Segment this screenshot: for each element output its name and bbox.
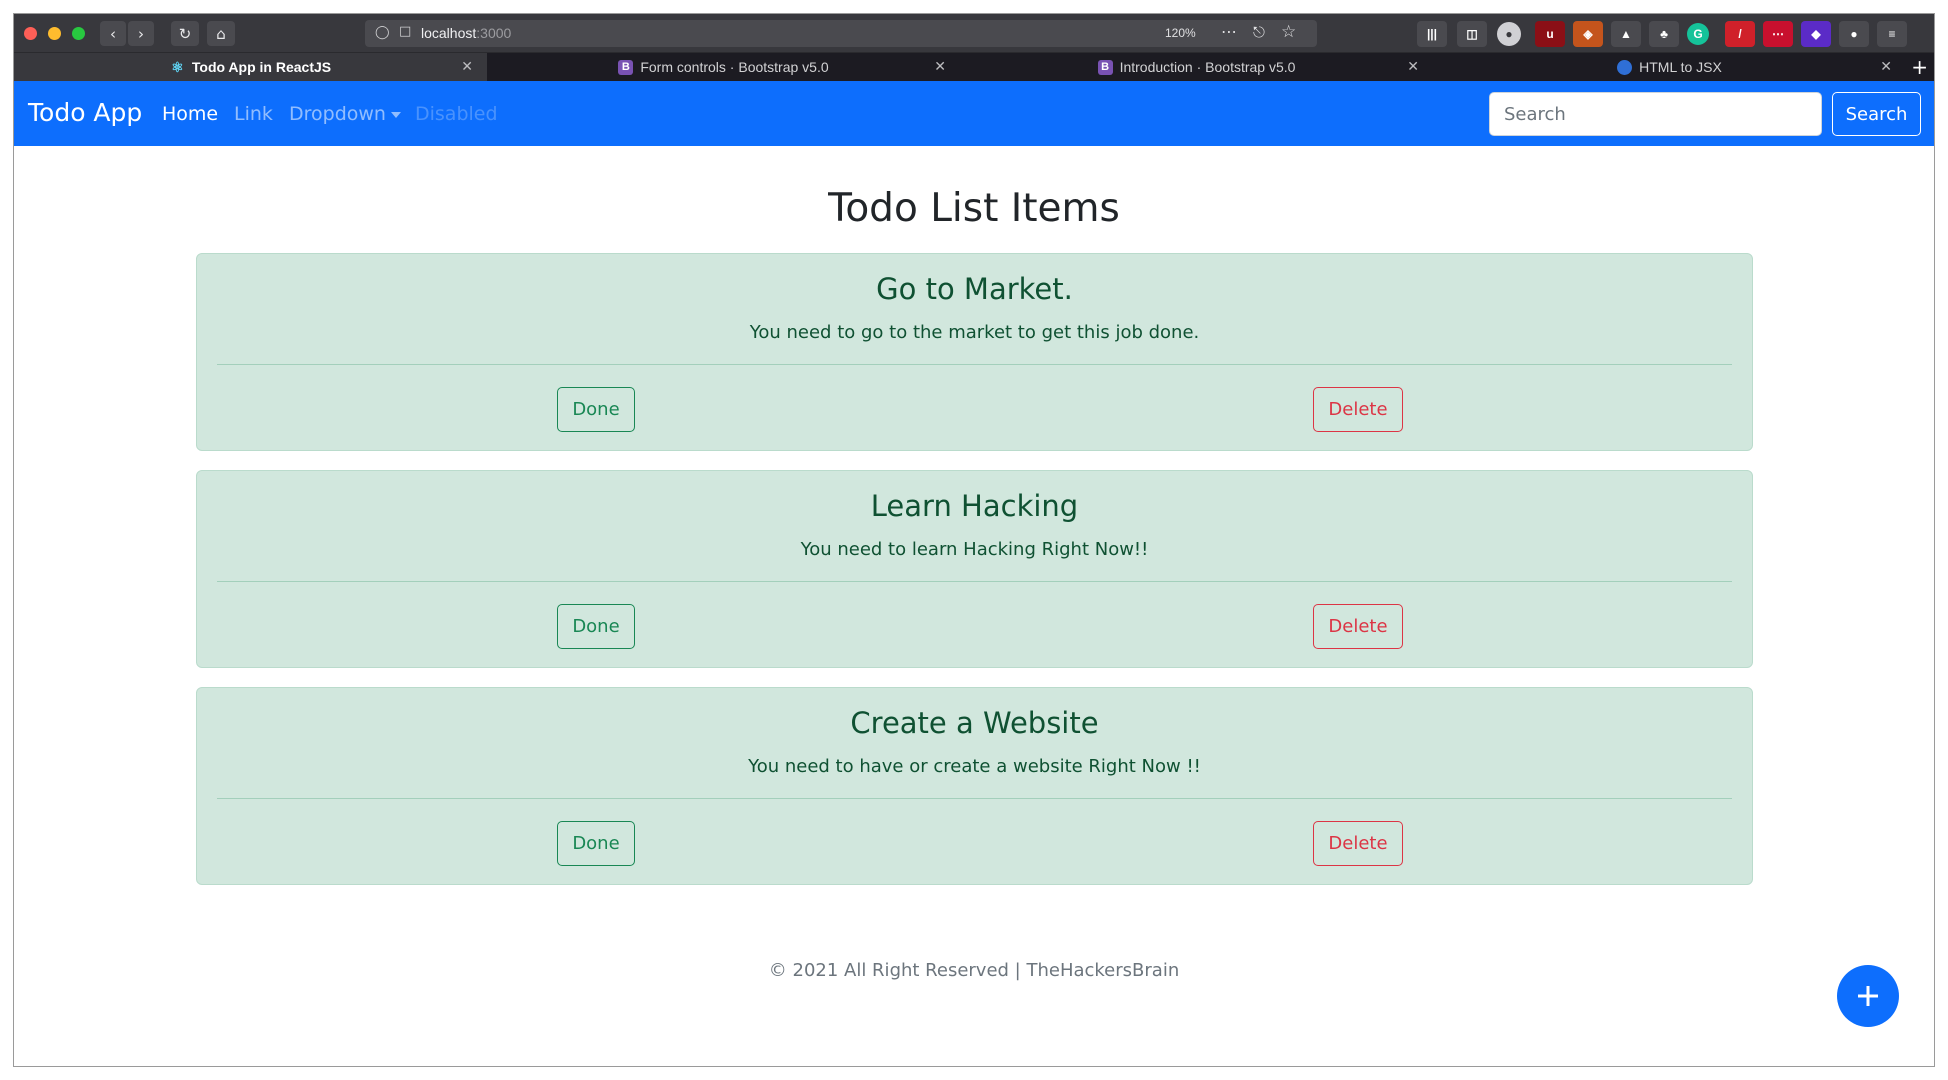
footer-text: © 2021 All Right Reserved | TheHackersBr… xyxy=(768,960,1180,981)
close-icon[interactable]: ✕ xyxy=(461,58,473,75)
search-input[interactable] xyxy=(1489,92,1822,136)
home-icon[interactable]: ⌂ xyxy=(207,21,235,46)
nav-link-disabled: Disabled xyxy=(415,103,498,125)
close-icon[interactable]: ✕ xyxy=(934,58,946,75)
paw-extension-icon[interactable]: ♣ xyxy=(1649,21,1679,47)
navbar-brand[interactable]: Todo App xyxy=(28,98,142,127)
bootstrap-icon: B xyxy=(618,59,634,75)
ublock-extension-icon[interactable]: u xyxy=(1535,21,1565,47)
forward-icon[interactable]: › xyxy=(128,21,154,46)
divider xyxy=(217,364,1732,365)
close-icon[interactable]: ✕ xyxy=(1880,58,1892,75)
red-extension-icon[interactable]: / xyxy=(1725,21,1755,47)
app-navbar: Todo App Home Link Dropdown Disabled Sea… xyxy=(14,81,1934,146)
browser-window: ‹ › ↻ ⌂ ◯ □ localhost:3000 120% ⋯ ⎋ ☆ ||… xyxy=(13,13,1935,1067)
todo-description: You need to learn Hacking Right Now!! xyxy=(800,539,1149,560)
shield-extension-icon[interactable]: ▲ xyxy=(1611,21,1641,47)
chevron-down-icon xyxy=(390,111,401,118)
new-tab-icon[interactable]: + xyxy=(1911,55,1928,79)
url-bar[interactable]: ◯ □ localhost:3000 120% ⋯ ⎋ ☆ xyxy=(365,20,1317,47)
todo-description: You need to have or create a website Rig… xyxy=(748,756,1201,777)
tab-title: HTML to JSX xyxy=(1639,59,1722,75)
sidebar-icon[interactable]: ◫ xyxy=(1457,21,1487,47)
tab-title: Todo App in ReactJS xyxy=(191,59,332,75)
window-zoom-button[interactable] xyxy=(72,27,85,40)
zoom-level[interactable]: 120% xyxy=(1165,26,1196,40)
todo-card: Go to Market. You need to go to the mark… xyxy=(196,253,1753,451)
library-icon[interactable]: ||| xyxy=(1417,21,1447,47)
todo-card: Learn Hacking You need to learn Hacking … xyxy=(196,470,1753,668)
divider xyxy=(217,798,1732,799)
account-icon[interactable]: ● xyxy=(1497,22,1521,46)
tab-strip: ⚛ Todo App in ReactJS ✕ B Form controls … xyxy=(14,53,1934,81)
star-icon[interactable]: ☆ xyxy=(1281,22,1296,42)
tab-introduction[interactable]: B Introduction · Bootstrap v5.0 ✕ xyxy=(960,53,1433,81)
purple-extension-icon[interactable]: ◆ xyxy=(1801,21,1831,47)
back-icon[interactable]: ‹ xyxy=(100,21,126,46)
todo-title: Go to Market. xyxy=(876,272,1073,306)
divider xyxy=(217,581,1732,582)
browser-toolbar: ‹ › ↻ ⌂ ◯ □ localhost:3000 120% ⋯ ⎋ ☆ ||… xyxy=(14,14,1934,53)
nav-link-home[interactable]: Home xyxy=(162,103,218,125)
todo-description: You need to go to the market to get this… xyxy=(749,322,1200,343)
tab-html-to-jsx[interactable]: HTML to JSX ✕ xyxy=(1433,53,1906,81)
pocket-icon[interactable]: ⎋ xyxy=(1253,23,1265,41)
fox-extension-icon[interactable]: ◈ xyxy=(1573,21,1603,47)
grammarly-extension-icon[interactable]: G xyxy=(1687,23,1709,45)
todo-title: Create a Website xyxy=(850,706,1099,740)
todo-title: Learn Hacking xyxy=(870,489,1079,523)
done-button[interactable]: Done xyxy=(557,604,635,649)
more-icon[interactable]: ⋯ xyxy=(1221,22,1238,41)
tab-todo-app[interactable]: ⚛ Todo App in ReactJS ✕ xyxy=(14,53,487,81)
nav-dropdown[interactable]: Dropdown xyxy=(289,103,401,125)
page-title: Todo List Items xyxy=(828,186,1120,231)
todo-card: Create a Website You need to have or cre… xyxy=(196,687,1753,885)
nav-dropdown-label: Dropdown xyxy=(289,103,386,125)
done-button[interactable]: Done xyxy=(557,387,635,432)
react-icon: ⚛ xyxy=(171,58,184,75)
tab-form-controls[interactable]: B Form controls · Bootstrap v5.0 ✕ xyxy=(487,53,960,81)
bootstrap-icon: B xyxy=(1097,59,1113,75)
globe-icon xyxy=(1617,59,1633,75)
page-icon: □ xyxy=(399,24,412,39)
nav-link-link[interactable]: Link xyxy=(234,103,273,125)
shield-icon[interactable]: ◯ xyxy=(375,25,390,40)
done-button[interactable]: Done xyxy=(557,821,635,866)
dots-extension-icon[interactable]: ⋯ xyxy=(1763,21,1793,47)
reload-icon[interactable]: ↻ xyxy=(171,21,199,46)
url-text[interactable]: localhost:3000 xyxy=(421,25,511,41)
window-minimize-button[interactable] xyxy=(48,27,61,40)
add-todo-button[interactable] xyxy=(1837,965,1899,1027)
tab-title: Introduction · Bootstrap v5.0 xyxy=(1119,59,1296,75)
delete-button[interactable]: Delete xyxy=(1313,604,1403,649)
delete-button[interactable]: Delete xyxy=(1313,387,1403,432)
close-icon[interactable]: ✕ xyxy=(1407,58,1419,75)
pink-extension-icon[interactable]: ● xyxy=(1839,21,1869,47)
window-close-button[interactable] xyxy=(24,27,37,40)
menu-icon[interactable]: ≡ xyxy=(1877,21,1907,47)
delete-button[interactable]: Delete xyxy=(1313,821,1403,866)
search-button[interactable]: Search xyxy=(1832,92,1921,136)
plus-icon xyxy=(1858,986,1878,1006)
tab-title: Form controls · Bootstrap v5.0 xyxy=(640,59,829,75)
